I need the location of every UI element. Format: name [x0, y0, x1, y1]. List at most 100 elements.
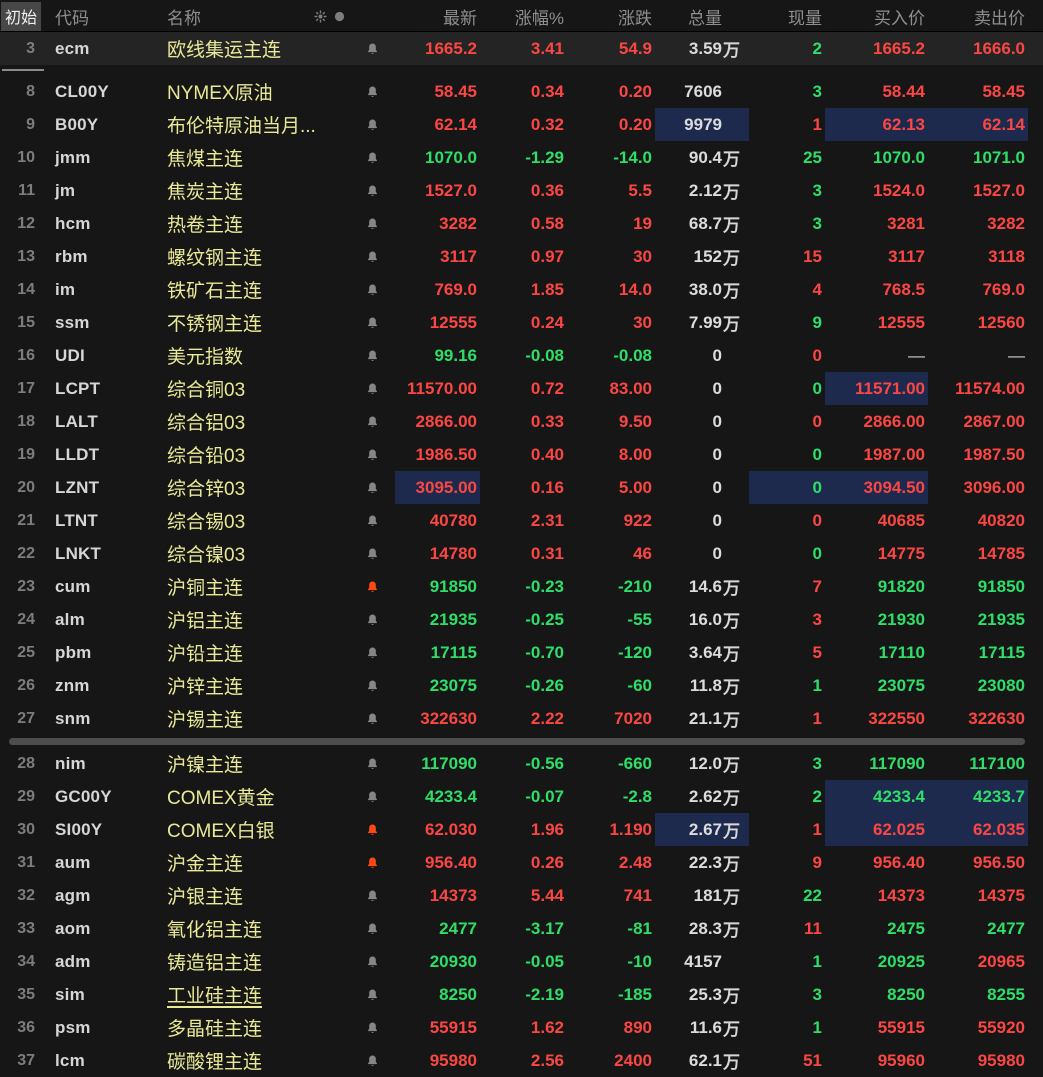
table-row[interactable]: 37 lcm 碳酸锂主连 95980 2.56 2400 62.1 万 51 95… [0, 1044, 1043, 1077]
total-volume: 62.1 万 [688, 1050, 740, 1073]
ask-price: 1666.0 [973, 38, 1025, 58]
header-bid[interactable]: 买入价 [825, 3, 928, 29]
alert-bell-icon[interactable] [350, 756, 395, 772]
header-pct[interactable]: 涨幅% [480, 3, 567, 29]
header-last[interactable]: 最新 [395, 3, 480, 29]
table-row[interactable]: 30 SI00Y COMEX白银 62.030 1.96 1.190 2.67 万… [0, 813, 1043, 846]
table-row[interactable]: 23 cum 沪铜主连 91850 -0.23 -210 14.6 万 7 918… [0, 570, 1043, 603]
alert-bell-icon[interactable] [350, 447, 395, 463]
table-row[interactable]: 36 psm 多晶硅主连 55915 1.62 890 11.6 万 1 5591… [0, 1011, 1043, 1044]
table-row[interactable]: 18 LALT 综合铝03 2866.00 0.33 9.50 0 0 2866… [0, 405, 1043, 438]
table-row[interactable]: 20 LZNT 综合锌03 3095.00 0.16 5.00 0 0 3094… [0, 471, 1043, 504]
alert-bell-icon[interactable] [350, 822, 395, 838]
instrument-code: SI00Y [55, 819, 103, 839]
table-row[interactable]: 29 GC00Y COMEX黄金 4233.4 -0.07 -2.8 2.62 万… [0, 780, 1043, 813]
alert-bell-icon[interactable] [350, 117, 395, 133]
alert-bell-icon[interactable] [350, 678, 395, 694]
table-row[interactable]: 27 snm 沪锡主连 322630 2.22 7020 21.1 万 1 322… [0, 702, 1043, 735]
table-row[interactable]: 32 agm 沪银主连 14373 5.44 741 181 万 22 14373… [0, 879, 1043, 912]
alert-bell-icon[interactable] [350, 315, 395, 331]
header-vol[interactable]: 总量 [655, 3, 749, 29]
instrument-code: hcm [55, 213, 91, 233]
table-row[interactable]: 21 LTNT 综合锡03 40780 2.31 922 0 0 40685 4… [0, 504, 1043, 537]
last-price: 58.45 [434, 81, 477, 101]
bid-price: 1987.00 [863, 444, 925, 464]
table-row[interactable]: 22 LNKT 综合镍03 14780 0.31 46 0 0 14775 14… [0, 537, 1043, 570]
alert-bell-icon[interactable] [350, 513, 395, 529]
alert-bell-icon[interactable] [350, 348, 395, 364]
table-row[interactable]: 8 CL00Y NYMEX原油 58.45 0.34 0.20 7606 3 5… [0, 75, 1043, 108]
alert-bell-icon[interactable] [350, 480, 395, 496]
alert-bell-icon[interactable] [350, 150, 395, 166]
alert-bell-icon[interactable] [350, 711, 395, 727]
table-row[interactable]: 9 B00Y 布伦特原油当月... 62.14 0.32 0.20 9979 1… [0, 108, 1043, 141]
splitter-divider[interactable] [0, 735, 1043, 747]
last-price: 2866.00 [415, 411, 477, 431]
header-code[interactable]: 代码 [42, 3, 160, 29]
alert-bell-icon[interactable] [350, 579, 395, 595]
table-row[interactable]: 11 jm 焦炭主连 1527.0 0.36 5.5 2.12 万 3 1524.… [0, 174, 1043, 207]
alert-bell-icon[interactable] [350, 381, 395, 397]
table-row[interactable]: 35 sim 工业硅主连 8250 -2.19 -185 25.3 万 3 825… [0, 978, 1043, 1011]
table-row[interactable]: 31 aum 沪金主连 956.40 0.26 2.48 22.3 万 9 956… [0, 846, 1043, 879]
instrument-name: 铁矿石主连 [167, 281, 263, 302]
last-price: 322630 [420, 708, 477, 728]
alert-bell-icon[interactable] [350, 855, 395, 871]
change-percent: -2.19 [525, 984, 564, 1004]
splitter-bar[interactable] [9, 737, 1025, 745]
row-number: 8 [26, 82, 35, 100]
dot-icon [334, 11, 345, 21]
header-chg[interactable]: 涨跌 [567, 3, 655, 29]
ask-price: 20965 [977, 951, 1025, 971]
table-row[interactable]: 19 LLDT 综合铅03 1986.50 0.40 8.00 0 0 1987… [0, 438, 1043, 471]
table-row[interactable]: 34 adm 铸造铝主连 20930 -0.05 -10 4157 1 2092… [0, 945, 1043, 978]
alert-bell-icon[interactable] [350, 183, 395, 199]
alert-bell-icon[interactable] [350, 282, 395, 298]
row-number: 32 [17, 886, 35, 904]
header-cur[interactable]: 现量 [749, 3, 825, 29]
last-price: 91850 [429, 576, 477, 596]
bid-price: 14775 [877, 543, 925, 563]
alert-bell-icon[interactable] [350, 954, 395, 970]
alert-bell-icon[interactable] [350, 249, 395, 265]
alert-bell-icon[interactable] [350, 987, 395, 1003]
change-value: 0.20 [618, 81, 652, 101]
table-row[interactable]: 3 ecm 欧线集运主连 1665.2 3.41 54.9 3.59 万 2 16… [0, 32, 1043, 65]
last-price: 99.16 [434, 345, 477, 365]
initial-sort-button[interactable]: 初始 [1, 1, 42, 31]
table-row[interactable]: 33 aom 氧化铝主连 2477 -3.17 -81 28.3 万 11 247… [0, 912, 1043, 945]
alert-bell-icon[interactable] [350, 921, 395, 937]
table-row[interactable]: 13 rbm 螺纹钢主连 3117 0.97 30 152 万 15 3117 3… [0, 240, 1043, 273]
alert-bell-icon[interactable] [350, 414, 395, 430]
table-row[interactable]: 16 UDI 美元指数 99.16 -0.08 -0.08 0 0 — — [0, 339, 1043, 372]
change-percent: -3.17 [525, 918, 564, 938]
alert-bell-icon[interactable] [350, 888, 395, 904]
row-number: 28 [17, 754, 35, 772]
instrument-code: znm [55, 675, 90, 695]
header-ask[interactable]: 卖出价 [928, 3, 1028, 29]
alert-bell-icon[interactable] [350, 1020, 395, 1036]
table-row[interactable]: 10 jmm 焦煤主连 1070.0 -1.29 -14.0 90.4 万 25 … [0, 141, 1043, 174]
alert-bell-icon[interactable] [350, 41, 395, 57]
alert-bell-icon[interactable] [350, 612, 395, 628]
ask-price: 62.035 [928, 813, 1028, 846]
table-row[interactable]: 26 znm 沪锌主连 23075 -0.26 -60 11.8 万 1 2307… [0, 669, 1043, 702]
alert-bell-icon[interactable] [350, 1053, 395, 1069]
table-row[interactable]: 12 hcm 热卷主连 3282 0.58 19 68.7 万 3 3281 32… [0, 207, 1043, 240]
alert-bell-icon[interactable] [350, 216, 395, 232]
table-row[interactable]: 14 im 铁矿石主连 769.0 1.85 14.0 38.0 万 4 768.… [0, 273, 1043, 306]
table-row[interactable]: 28 nim 沪镍主连 117090 -0.56 -660 12.0 万 3 11… [0, 747, 1043, 780]
last-price: 1070.0 [425, 147, 477, 167]
table-row[interactable]: 15 ssm 不锈钢主连 12555 0.24 30 7.99 万 9 12555… [0, 306, 1043, 339]
table-row[interactable]: 17 LCPT 综合铜03 11570.00 0.72 83.00 0 0 11… [0, 372, 1043, 405]
alert-bell-icon[interactable] [350, 645, 395, 661]
alert-bell-icon[interactable] [350, 789, 395, 805]
last-price: 8250 [439, 984, 477, 1004]
bid-price: 62.025 [825, 813, 928, 846]
table-row[interactable]: 25 pbm 沪铅主连 17115 -0.70 -120 3.64 万 5 171… [0, 636, 1043, 669]
ask-price: 11574.00 [955, 378, 1025, 398]
table-row[interactable]: 24 alm 沪铝主连 21935 -0.25 -55 16.0 万 3 2193… [0, 603, 1043, 636]
header-name[interactable]: 名称 [160, 3, 350, 29]
alert-bell-icon[interactable] [350, 546, 395, 562]
alert-bell-icon[interactable] [350, 84, 395, 100]
